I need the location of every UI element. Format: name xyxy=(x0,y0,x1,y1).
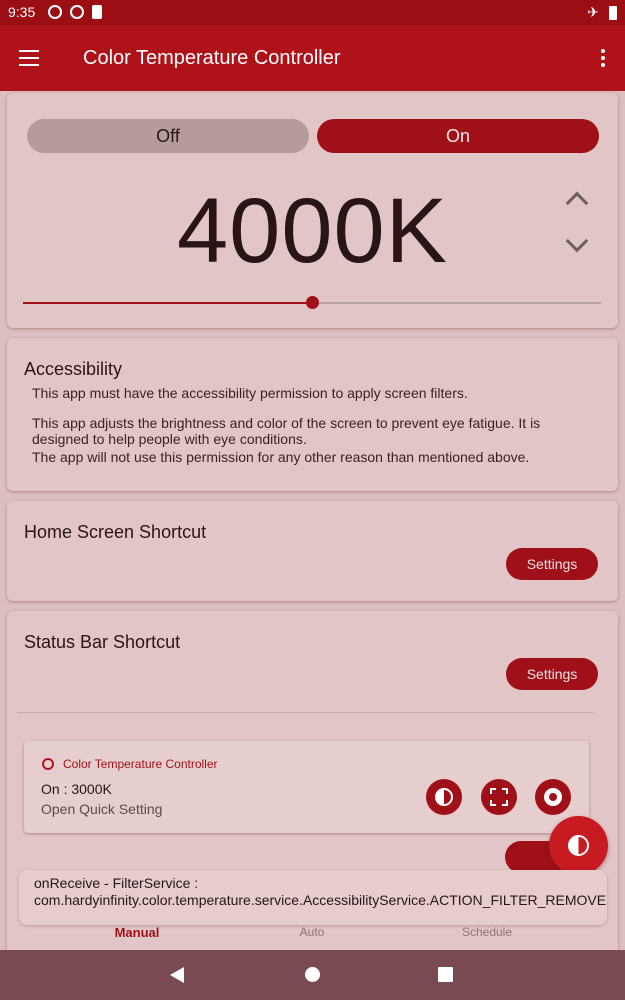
recents-icon[interactable] xyxy=(438,967,453,982)
system-navigation-bar xyxy=(0,950,625,1000)
bottom-navigation: Manual Auto Schedule xyxy=(0,925,625,950)
off-button[interactable]: Off xyxy=(27,119,309,153)
notification-preview: Color Temperature Controller On : 3000K … xyxy=(24,741,589,833)
accessibility-text-2: This app adjusts the brightness and colo… xyxy=(32,415,541,447)
temperature-value: 4000K xyxy=(176,180,449,282)
status-shortcut-title: Status Bar Shortcut xyxy=(24,632,181,652)
notification-subtitle: Open Quick Setting xyxy=(41,801,163,817)
accessibility-card: Accessibility This app must have the acc… xyxy=(7,338,618,491)
menu-icon[interactable] xyxy=(19,50,39,66)
status-time: 9:35 xyxy=(8,4,36,20)
slider-fill xyxy=(23,302,312,304)
home-shortcut-card: Home Screen Shortcut Settings xyxy=(7,501,618,601)
gear-icon xyxy=(544,788,562,806)
on-button[interactable]: On xyxy=(317,119,599,153)
airplane-icon: ✈ xyxy=(587,4,599,20)
notification-app-name: Color Temperature Controller xyxy=(63,757,218,771)
slider-thumb[interactable] xyxy=(306,296,319,309)
temperature-card: Off On 4000K xyxy=(7,93,618,328)
notification-toggle-button[interactable] xyxy=(426,779,462,815)
status-shortcut-settings-button[interactable]: Settings xyxy=(506,658,598,690)
nav-item-manual[interactable]: Manual xyxy=(37,925,237,940)
nav-item-auto[interactable]: Auto xyxy=(212,925,412,939)
contrast-icon xyxy=(435,788,453,806)
notification-fullscreen-button[interactable] xyxy=(481,779,517,815)
divider xyxy=(17,712,594,713)
battery-icon xyxy=(609,5,617,20)
floating-action-button[interactable] xyxy=(549,816,608,875)
status-bar: 9:35 ✈ xyxy=(0,0,625,25)
contrast-icon xyxy=(48,5,62,19)
app-icon xyxy=(70,5,84,19)
notification-settings-button[interactable] xyxy=(535,779,571,815)
contrast-icon xyxy=(42,758,54,770)
accessibility-text-3: The app will not use this permission for… xyxy=(32,449,530,465)
accessibility-title: Accessibility xyxy=(24,359,123,379)
more-options-icon[interactable] xyxy=(601,49,607,67)
main-content: Off On 4000K Accessibility This app must… xyxy=(0,91,625,950)
sd-card-icon xyxy=(92,5,102,19)
home-shortcut-settings-button[interactable]: Settings xyxy=(506,548,598,580)
page-title: Color Temperature Controller xyxy=(83,47,341,69)
temperature-slider[interactable] xyxy=(23,296,601,309)
back-icon[interactable] xyxy=(170,967,184,983)
nav-item-schedule[interactable]: Schedule xyxy=(387,925,587,939)
toast-message: onReceive - FilterService : com.hardyinf… xyxy=(19,870,607,925)
home-icon[interactable] xyxy=(305,967,320,982)
chevron-up-icon[interactable] xyxy=(563,187,589,213)
accessibility-text-1: This app must have the accessibility per… xyxy=(32,385,468,401)
app-bar: Color Temperature Controller xyxy=(0,25,625,91)
fullscreen-icon xyxy=(490,788,508,806)
chevron-down-icon[interactable] xyxy=(563,233,589,259)
home-shortcut-title: Home Screen Shortcut xyxy=(24,522,207,542)
notification-status: On : 3000K xyxy=(41,781,112,797)
contrast-icon xyxy=(568,835,589,856)
